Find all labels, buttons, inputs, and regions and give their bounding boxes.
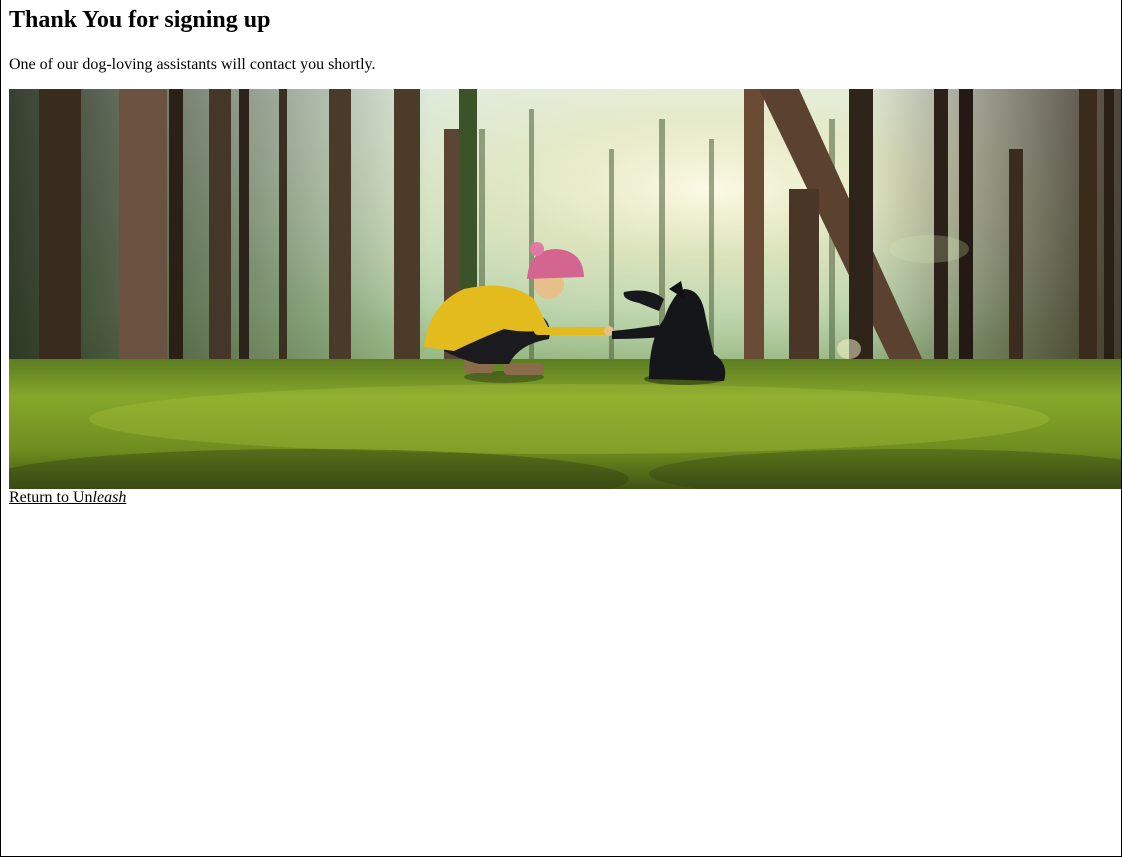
page-content: Thank You for signing up One of our dog-… — [9, 0, 1121, 507]
page-title: Thank You for signing up — [9, 7, 271, 33]
return-to-unleash-link[interactable]: Return to Unleash — [9, 489, 126, 507]
return-link-emphasis: leash — [92, 489, 127, 506]
hero-image — [9, 89, 1121, 489]
confirmation-message: One of our dog-loving assistants will co… — [9, 56, 376, 73]
return-link-prefix: Return to Un — [9, 489, 93, 506]
